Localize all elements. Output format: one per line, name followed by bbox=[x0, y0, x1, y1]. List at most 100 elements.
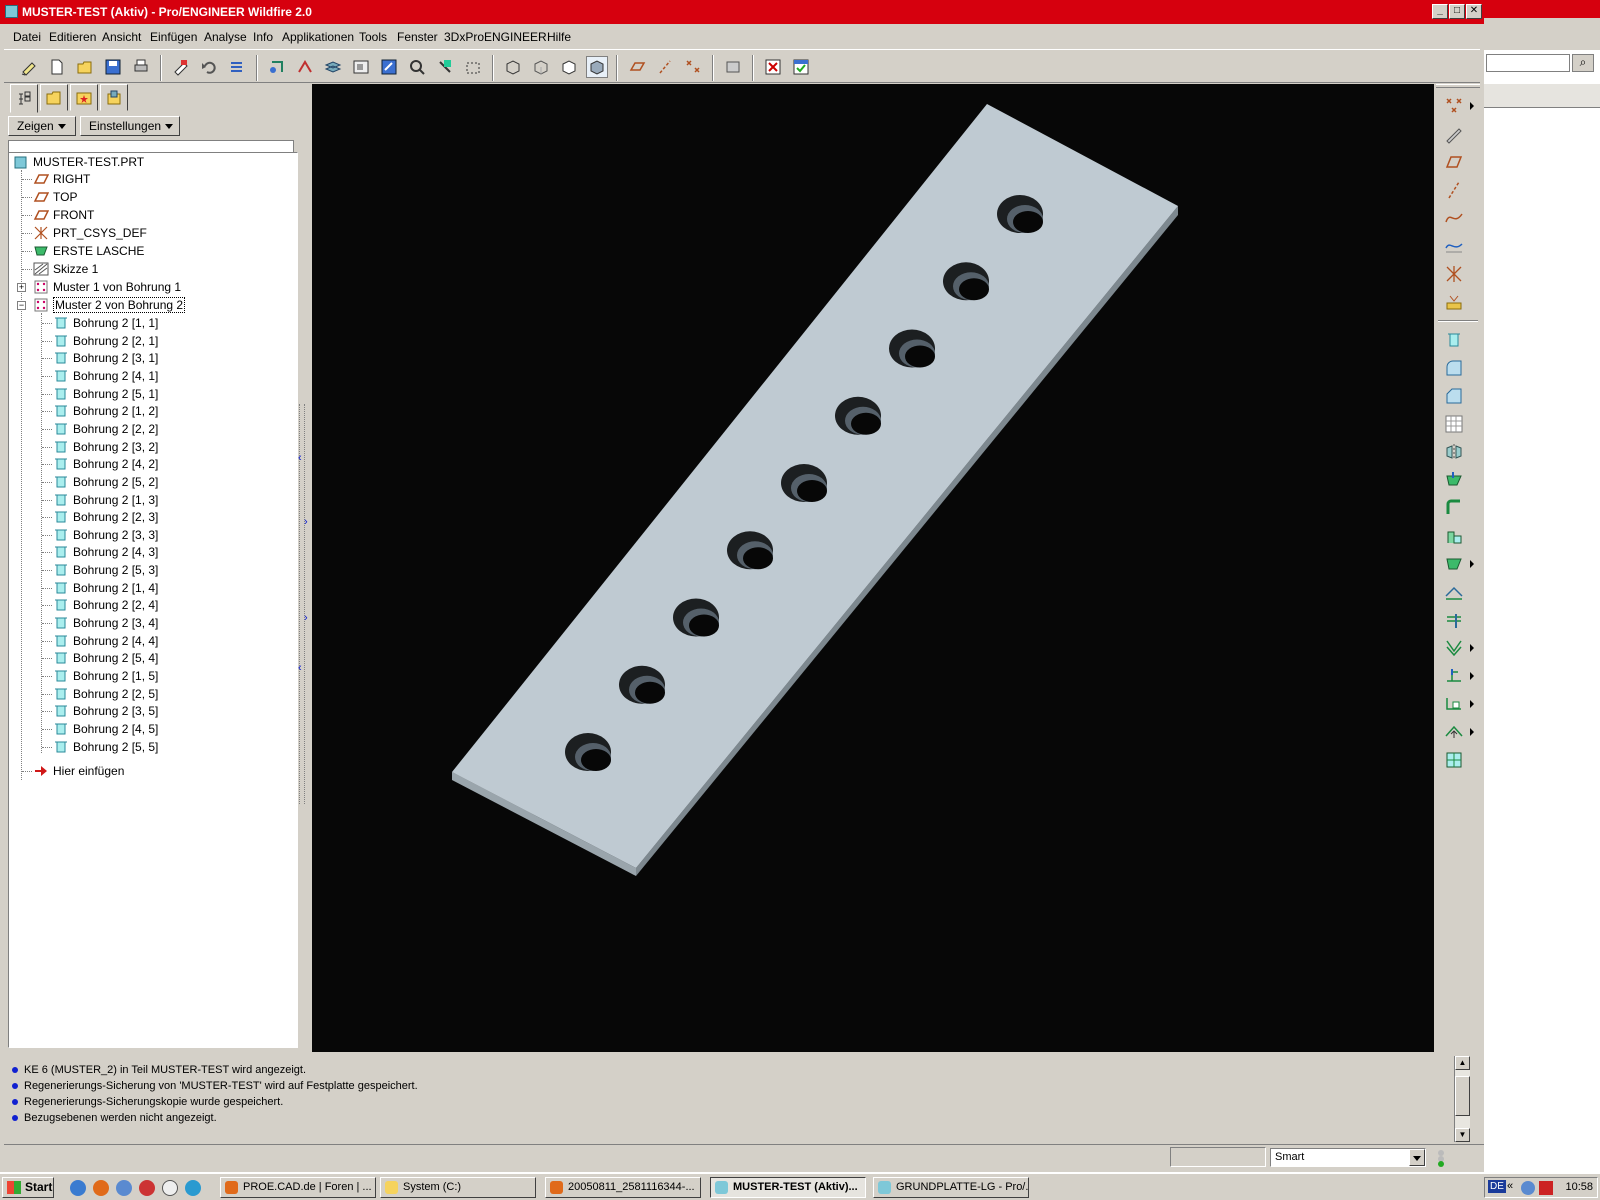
datum-axis-tool-icon[interactable] bbox=[1442, 178, 1466, 202]
view-manager-icon[interactable] bbox=[350, 56, 372, 78]
mirror-tool-icon[interactable] bbox=[1442, 440, 1466, 464]
activate-window-icon[interactable] bbox=[790, 56, 812, 78]
chevron-right-icon[interactable]: › bbox=[304, 612, 308, 624]
taskbar-item-download[interactable]: 20050811_2581116344-... bbox=[545, 1177, 701, 1198]
layers-icon[interactable] bbox=[322, 56, 344, 78]
tree-item-pattern-member[interactable]: Bohrung 2 [3, 2] bbox=[53, 438, 158, 456]
tree-item-pattern-member[interactable]: Bohrung 2 [4, 5] bbox=[53, 720, 158, 738]
datum-point-display-icon[interactable] bbox=[682, 56, 704, 78]
curve-through-points-icon[interactable] bbox=[1442, 234, 1466, 258]
expand-icon[interactable]: + bbox=[17, 283, 26, 292]
firefox-icon[interactable] bbox=[93, 1180, 109, 1196]
flyout-arrow-icon[interactable] bbox=[1470, 102, 1474, 110]
tree-item-pattern-member[interactable]: Bohrung 2 [3, 4] bbox=[53, 614, 158, 632]
tree-item-pattern-member[interactable]: Bohrung 2 [3, 1] bbox=[53, 349, 158, 367]
flat-wall-icon[interactable] bbox=[1442, 524, 1466, 548]
menu-fenster[interactable]: Fenster bbox=[397, 30, 438, 44]
tree-item-pattern-member[interactable]: Bohrung 2 [1, 5] bbox=[53, 667, 158, 685]
tree-item-pattern-member[interactable]: Bohrung 2 [5, 4] bbox=[53, 649, 158, 667]
menu-einfuegen[interactable]: Einfügen bbox=[150, 30, 197, 44]
extend-wall-icon[interactable] bbox=[1442, 552, 1466, 576]
tree-item-muster-2[interactable]: Muster 2 von Bohrung 2 bbox=[33, 296, 186, 314]
new-file-icon[interactable] bbox=[46, 56, 68, 78]
menu-applikationen[interactable]: Applikationen bbox=[282, 30, 354, 44]
taskbar-item-system-c[interactable]: System (C:) bbox=[380, 1177, 536, 1198]
chamfer-tool-icon[interactable] bbox=[1442, 384, 1466, 408]
chevron-down-icon[interactable] bbox=[1409, 1149, 1425, 1166]
show-dropdown[interactable]: Zeigen bbox=[8, 116, 76, 136]
save-icon[interactable] bbox=[102, 56, 124, 78]
tree-item-front[interactable]: FRONT bbox=[33, 206, 94, 224]
redo-arrows-icon[interactable] bbox=[226, 56, 248, 78]
form-icon[interactable] bbox=[1442, 720, 1466, 744]
tree-item-pattern-member[interactable]: Bohrung 2 [1, 3] bbox=[53, 491, 158, 509]
edit-icon[interactable] bbox=[18, 56, 40, 78]
spin-center-icon[interactable] bbox=[722, 56, 744, 78]
search-icon[interactable] bbox=[185, 1180, 201, 1196]
no-hidden-icon[interactable] bbox=[558, 56, 580, 78]
analysis-feature-icon[interactable] bbox=[1442, 290, 1466, 314]
menu-tools[interactable]: Tools bbox=[359, 30, 387, 44]
tab-folder-browser[interactable] bbox=[40, 84, 68, 111]
taskbar-item-muster-test[interactable]: MUSTER-TEST (Aktiv)... bbox=[710, 1177, 866, 1198]
tree-item-muster-1[interactable]: Muster 1 von Bohrung 1 bbox=[33, 278, 181, 296]
menu-hilfe[interactable]: Hilfe bbox=[547, 30, 571, 44]
tree-item-pattern-member[interactable]: Bohrung 2 [5, 2] bbox=[53, 473, 158, 491]
repaint-icon[interactable] bbox=[378, 56, 400, 78]
menu-editieren[interactable]: Editieren bbox=[49, 30, 96, 44]
tree-item-pattern-member[interactable]: Bohrung 2 [5, 3] bbox=[53, 561, 158, 579]
flyout-arrow-icon[interactable] bbox=[1470, 672, 1474, 680]
print-icon[interactable] bbox=[130, 56, 152, 78]
open-folder-icon[interactable] bbox=[74, 56, 96, 78]
network-icon[interactable] bbox=[1521, 1181, 1535, 1195]
sketch-tool-icon[interactable] bbox=[1442, 122, 1466, 146]
bend-icon[interactable] bbox=[1442, 580, 1466, 604]
shading-icon[interactable] bbox=[586, 56, 608, 78]
zoom-icon[interactable] bbox=[406, 56, 428, 78]
unattached-wall-icon[interactable] bbox=[1442, 468, 1466, 492]
chevron-left-icon[interactable]: ‹ bbox=[298, 452, 302, 464]
tree-item-pattern-member[interactable]: Bohrung 2 [1, 4] bbox=[53, 579, 158, 597]
tree-item-pattern-member[interactable]: Bohrung 2 [2, 5] bbox=[53, 685, 158, 703]
search-icon[interactable]: ⌕ bbox=[1572, 54, 1594, 72]
flatten-icon[interactable] bbox=[1442, 748, 1466, 772]
menu-info[interactable]: Info bbox=[253, 30, 273, 44]
tree-item-pattern-member[interactable]: Bohrung 2 [4, 2] bbox=[53, 455, 158, 473]
tree-item-pattern-member[interactable]: Bohrung 2 [2, 2] bbox=[53, 420, 158, 438]
panda-icon[interactable] bbox=[162, 1180, 178, 1196]
start-button[interactable]: Start bbox=[2, 1177, 54, 1198]
tree-item-pattern-member[interactable]: Bohrung 2 [1, 2] bbox=[53, 402, 158, 420]
tree-item-skizze-1[interactable]: Skizze 1 bbox=[33, 260, 98, 278]
chevron-left-icon[interactable]: ‹ bbox=[298, 662, 302, 674]
tree-item-prt-csys-def[interactable]: PRT_CSYS_DEF bbox=[33, 224, 147, 242]
scroll-up-icon[interactable]: ▲ bbox=[1455, 1056, 1470, 1070]
settings-dropdown[interactable]: Einstellungen bbox=[80, 116, 180, 136]
scroll-thumb[interactable] bbox=[1455, 1076, 1470, 1116]
chevron-double-left-icon[interactable]: « bbox=[1507, 1180, 1513, 1192]
tree-item-erste-lasche[interactable]: ERSTE LASCHE bbox=[33, 242, 144, 260]
graphics-window[interactable] bbox=[312, 84, 1434, 1052]
flyout-arrow-icon[interactable] bbox=[1470, 644, 1474, 652]
datum-curve-icon[interactable] bbox=[1442, 206, 1466, 230]
tree-item-pattern-member[interactable]: Bohrung 2 [5, 5] bbox=[53, 738, 158, 756]
maximize-button[interactable]: □ bbox=[1449, 4, 1465, 19]
scroll-down-icon[interactable]: ▼ bbox=[1455, 1128, 1470, 1142]
undo-icon[interactable] bbox=[198, 56, 220, 78]
edge-bend-icon[interactable] bbox=[1442, 608, 1466, 632]
taskbar-item-grundplatte[interactable]: GRUNDPLATTE-LG - Pro/... bbox=[873, 1177, 1029, 1198]
tree-item-pattern-member[interactable]: Bohrung 2 [2, 1] bbox=[53, 332, 158, 350]
hidden-line-icon[interactable] bbox=[530, 56, 552, 78]
panel-splitter[interactable]: ‹ › › ‹ bbox=[296, 84, 310, 1052]
tree-item-pattern-member[interactable]: Bohrung 2 [2, 4] bbox=[53, 596, 158, 614]
antivirus-icon[interactable] bbox=[1539, 1181, 1553, 1195]
menu-analyse[interactable]: Analyse bbox=[204, 30, 247, 44]
part-model[interactable] bbox=[312, 84, 1434, 1052]
menu-3dxproengineer[interactable]: 3DxProENGINEER bbox=[444, 30, 547, 44]
collapse-icon[interactable]: − bbox=[17, 301, 26, 310]
wireframe-icon[interactable] bbox=[502, 56, 524, 78]
tree-item-pattern-member[interactable]: Bohrung 2 [4, 4] bbox=[53, 632, 158, 650]
datum-plane-tool-icon[interactable] bbox=[1442, 150, 1466, 174]
bend-back-icon[interactable] bbox=[1442, 664, 1466, 688]
message-scrollbar[interactable]: ▲ ▼ bbox=[1454, 1056, 1470, 1142]
tree-item-pattern-member[interactable]: Bohrung 2 [1, 1] bbox=[53, 314, 158, 332]
